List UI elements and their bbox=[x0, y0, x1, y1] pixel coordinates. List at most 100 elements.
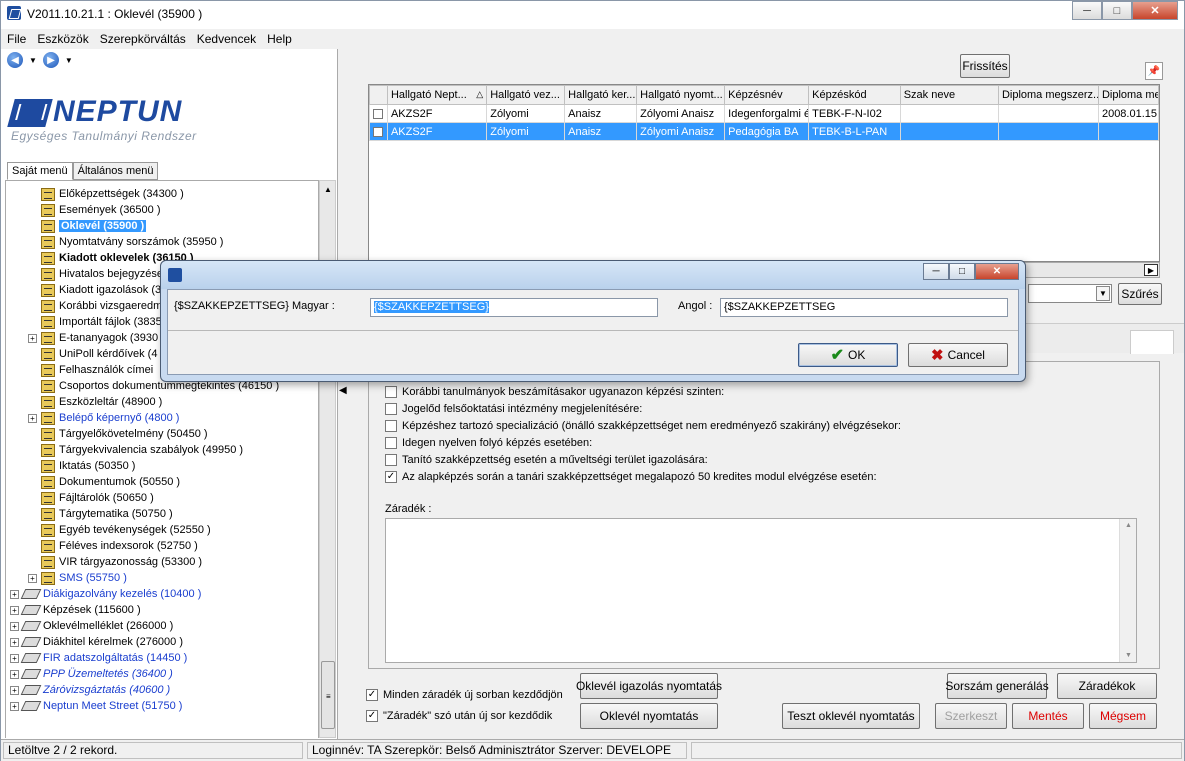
zaradek-scrollbar[interactable]: ▲ ▼ bbox=[1119, 519, 1136, 662]
tree-item[interactable]: Egyéb tevékenységek (52550 ) bbox=[28, 522, 211, 538]
column-header[interactable]: Hallgató ker... bbox=[564, 85, 638, 105]
sorszam-generate-button[interactable]: Sorszám generálás bbox=[945, 673, 1049, 699]
scroll-up-icon[interactable]: ▲ bbox=[1125, 522, 1132, 529]
checkbox-box[interactable] bbox=[385, 386, 397, 398]
expand-icon[interactable]: + bbox=[10, 685, 19, 695]
tree-folder[interactable]: + Záróvizsgáztatás (40600 ) bbox=[10, 682, 170, 698]
row-select-cell[interactable] bbox=[369, 104, 388, 123]
option-checkbox[interactable]: Idegen nyelven folyó képzés esetében: bbox=[385, 435, 592, 451]
magyar-input[interactable]: {$SZAKKEPZETTSEG} bbox=[370, 298, 658, 317]
row-checkbox[interactable] bbox=[373, 108, 383, 119]
tree-folder[interactable]: + Diákhitel kérelmek (276000 ) bbox=[10, 634, 183, 650]
menu-kedvencek[interactable]: Kedvencek bbox=[197, 30, 262, 48]
tree-item[interactable]: Események (36500 ) bbox=[28, 202, 161, 218]
option-checkbox[interactable]: ✓ Az alapképzés során a tanári szakképzet… bbox=[385, 469, 877, 485]
checkbox-box[interactable] bbox=[385, 420, 397, 432]
tree-item[interactable]: Fájltárolók (50650 ) bbox=[28, 490, 154, 506]
oklevel-igazolas-print-button[interactable]: Oklevél igazolás nyomtatás bbox=[576, 673, 722, 699]
tree-item[interactable]: Hivatalos bejegyzések bbox=[28, 266, 168, 282]
tree-item[interactable]: Oklevél (35900 ) bbox=[28, 218, 147, 234]
checkbox-every-zaradek-new-line[interactable]: ✓ Minden záradék új sorban kezdődjön bbox=[366, 689, 563, 701]
tree-folder[interactable]: + Neptun Meet Street (51750 ) bbox=[10, 698, 182, 714]
tree-item[interactable]: Kiadott igazolások (3 bbox=[28, 282, 161, 298]
scroll-right-icon[interactable]: ▶ bbox=[1144, 264, 1158, 276]
column-header[interactable]: Diploma me bbox=[1097, 85, 1159, 105]
scroll-up-icon[interactable]: ▲ bbox=[324, 185, 332, 194]
tree-item[interactable]: Felhasználók címei bbox=[28, 362, 153, 378]
collapse-pane-arrow-icon[interactable]: ◀ bbox=[339, 385, 347, 396]
tree-item[interactable]: Tárgytematika (50750 ) bbox=[28, 506, 173, 522]
test-oklevel-print-button[interactable]: Teszt oklevél nyomtatás bbox=[782, 703, 920, 729]
minimize-button[interactable]: ─ bbox=[923, 263, 949, 280]
column-header[interactable] bbox=[369, 85, 388, 105]
tree-folder[interactable]: + PPP Üzemeltetés (36400 ) bbox=[10, 666, 173, 682]
expand-icon[interactable]: + bbox=[10, 669, 19, 679]
tab-altalanos-menu[interactable]: Általános menü bbox=[72, 162, 159, 180]
checkbox-box[interactable] bbox=[385, 437, 397, 449]
checkbox-zaradek-word-newline[interactable]: ✓ "Záradék" szó után új sor kezdődik bbox=[366, 710, 552, 722]
tree-item[interactable]: UniPoll kérdőívek (4 bbox=[28, 346, 157, 362]
column-header[interactable]: Hallgató vez... bbox=[486, 85, 566, 105]
menu-eszkozok[interactable]: Eszközök bbox=[37, 30, 94, 48]
checkbox-box[interactable] bbox=[385, 403, 397, 415]
menu-file[interactable]: File bbox=[7, 30, 32, 48]
menu-help[interactable]: Help bbox=[267, 30, 298, 48]
tree-folder[interactable]: + FIR adatszolgáltatás (14450 ) bbox=[10, 650, 187, 666]
edit-button[interactable]: Szerkeszt bbox=[935, 703, 1007, 729]
save-button[interactable]: Mentés bbox=[1012, 703, 1084, 729]
expand-icon[interactable]: + bbox=[10, 653, 19, 663]
checkbox-box[interactable]: ✓ bbox=[385, 471, 397, 483]
oklevel-print-button[interactable]: Oklevél nyomtatás bbox=[580, 703, 718, 729]
tree-item[interactable]: Tárgyekvivalencia szabályok (49950 ) bbox=[28, 442, 243, 458]
back-dropdown-icon[interactable]: ▼ bbox=[29, 56, 37, 65]
expand-icon[interactable]: + bbox=[10, 637, 19, 647]
tree-item[interactable]: Nyomtatvány sorszámok (35950 ) bbox=[28, 234, 223, 250]
tree-item[interactable]: + Belépő képernyő (4800 ) bbox=[28, 410, 179, 426]
table-row[interactable]: AKZS2F Zólyomi Anaisz Zólyomi Anaisz Pedagóg… bbox=[369, 122, 1159, 141]
checkbox-box[interactable] bbox=[385, 454, 397, 466]
tab-sajat-menu[interactable]: Saját menü bbox=[7, 162, 73, 180]
column-header[interactable]: Képzésnév bbox=[724, 85, 810, 105]
forward-dropdown-icon[interactable]: ▼ bbox=[65, 56, 73, 65]
expand-icon[interactable]: + bbox=[28, 333, 37, 343]
expand-icon[interactable]: + bbox=[10, 621, 19, 631]
back-arrow-icon[interactable]: ◀ bbox=[7, 52, 23, 68]
column-header[interactable]: Hallgató Nept... △ bbox=[386, 85, 488, 105]
table-row[interactable]: AKZS2F Zólyomi Anaisz Zólyomi Anaisz Idegenf… bbox=[369, 104, 1159, 123]
tree-item[interactable]: Dokumentumok (50550 ) bbox=[28, 474, 180, 490]
detail-tab[interactable] bbox=[1130, 330, 1174, 354]
tree-folder[interactable]: + Képzések (115600 ) bbox=[10, 602, 141, 618]
option-checkbox[interactable]: Tanító szakképzettség esetén a műveltség… bbox=[385, 452, 708, 468]
zaradek-textarea[interactable]: ▲ ▼ bbox=[385, 518, 1137, 663]
tree-folder[interactable]: + Diákigazolvány kezelés (10400 ) bbox=[10, 586, 201, 602]
option-checkbox[interactable]: Jogelőd felsőoktatási intézmény megjelen… bbox=[385, 401, 642, 417]
tree-item[interactable]: Importált fájlok (3835 bbox=[28, 314, 162, 330]
column-header[interactable]: Szak neve bbox=[899, 85, 999, 105]
checkbox-box[interactable]: ✓ bbox=[366, 710, 378, 722]
expand-icon[interactable]: + bbox=[10, 701, 19, 711]
dialog-cancel-button[interactable]: ✖ Cancel bbox=[908, 343, 1008, 367]
menu-szerepkorvaltas[interactable]: Szerepkörváltás bbox=[100, 30, 192, 48]
maximize-button[interactable]: □ bbox=[1102, 1, 1132, 20]
angol-input[interactable]: {$SZAKKEPZETTSEG bbox=[720, 298, 1008, 317]
filter-combo[interactable]: ▼ bbox=[1028, 284, 1112, 303]
column-header[interactable]: Diploma megszerz... bbox=[997, 85, 1099, 105]
tree-item[interactable]: Tárgyelőkövetelmény (50450 ) bbox=[28, 426, 208, 442]
tree-item[interactable]: Féléves indexsorok (52750 ) bbox=[28, 538, 198, 554]
ok-button[interactable]: ✔ OK bbox=[798, 343, 898, 367]
tree-item[interactable]: Iktatás (50350 ) bbox=[28, 458, 135, 474]
expand-icon[interactable]: + bbox=[28, 413, 37, 423]
tree-item[interactable]: VIR tárgyazonosság (53300 ) bbox=[28, 554, 202, 570]
tree-item[interactable]: Előképzettségek (34300 ) bbox=[28, 186, 184, 202]
row-select-cell[interactable] bbox=[369, 122, 388, 141]
scroll-down-icon[interactable]: ▼ bbox=[1125, 652, 1132, 659]
close-button[interactable]: ✕ bbox=[975, 263, 1019, 280]
close-button[interactable]: ✕ bbox=[1132, 1, 1178, 20]
minimize-button[interactable]: ─ bbox=[1072, 1, 1102, 20]
forward-arrow-icon[interactable]: ▶ bbox=[42, 52, 59, 68]
maximize-button[interactable]: □ bbox=[949, 263, 975, 280]
pin-icon[interactable]: 📌 bbox=[1145, 62, 1163, 80]
checkbox-box[interactable]: ✓ bbox=[366, 689, 378, 701]
tree-item[interactable]: + SMS (55750 ) bbox=[28, 570, 127, 586]
column-header[interactable]: Hallgató nyomt... bbox=[636, 85, 726, 105]
